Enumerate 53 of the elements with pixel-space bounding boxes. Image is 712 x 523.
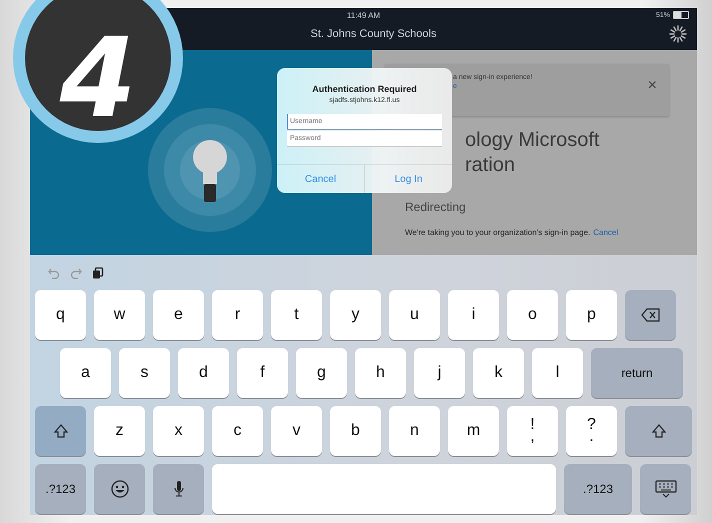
keyboard-key[interactable]: x	[153, 406, 204, 456]
redirecting-text: Redirecting	[405, 200, 467, 214]
keyboard-key[interactable]: a	[60, 348, 111, 398]
keyboard-key[interactable]: f	[237, 348, 288, 398]
keyboard-key[interactable]: c	[212, 406, 263, 456]
keyboard-key[interactable]: d	[178, 348, 229, 398]
emoji-icon	[110, 480, 128, 498]
keyboard-key[interactable]: j	[414, 348, 465, 398]
shift-icon	[52, 423, 68, 439]
dialog-title: Authentication Required	[312, 84, 417, 94]
backspace-key[interactable]	[625, 290, 676, 340]
close-icon[interactable]: ×	[648, 78, 657, 116]
keyboard-key[interactable]: v	[271, 406, 322, 456]
keyboard-key[interactable]: o	[507, 290, 558, 340]
battery-icon	[673, 11, 689, 19]
page-title: St. Johns County Schools	[310, 28, 436, 40]
shift-icon	[650, 423, 666, 439]
keyboard-key[interactable]: b	[330, 406, 381, 456]
keyboard-key[interactable]: q	[35, 290, 86, 340]
microphone-key[interactable]	[153, 464, 204, 514]
return-key[interactable]: return	[591, 348, 683, 398]
keyboard-hide-key[interactable]	[640, 464, 691, 514]
keyboard-key[interactable]: ! ,	[507, 406, 558, 456]
keyboard-key[interactable]: y	[330, 290, 381, 340]
keyboard-key[interactable]: ? .	[566, 406, 617, 456]
loading-spinner-icon	[669, 25, 687, 43]
keyboard-key[interactable]: s	[119, 348, 170, 398]
page-heading-line: ration	[465, 153, 516, 178]
keyboard-key[interactable]: l	[532, 348, 583, 398]
number-badge: 4	[13, 0, 183, 143]
keyboard-key[interactable]: g	[296, 348, 347, 398]
keyboard-key[interactable]: r	[212, 290, 263, 340]
keyboard-key[interactable]: m	[448, 406, 499, 456]
keyboard-key[interactable]: t	[271, 290, 322, 340]
redirect-message: We're taking you to your organization's sign-in page.	[405, 228, 590, 237]
status-time: 11:49 AM	[346, 11, 380, 21]
emoji-key[interactable]	[94, 464, 145, 514]
keyboard-key[interactable]: p	[566, 290, 617, 340]
backspace-icon	[640, 308, 660, 322]
keyboard-key[interactable]: i	[448, 290, 499, 340]
page-heading-line: ology Microsoft	[465, 128, 600, 153]
keyboard-key[interactable]: z	[94, 406, 145, 456]
microphone-icon	[172, 480, 184, 498]
paste-icon[interactable]	[92, 267, 104, 279]
numbers-key[interactable]: .?123	[35, 464, 86, 514]
numbers-key[interactable]: .?123	[564, 464, 632, 514]
keyboard-key[interactable]: e	[153, 290, 204, 340]
keyboard-key[interactable]: h	[355, 348, 406, 398]
keyboard-key[interactable]: w	[94, 290, 145, 340]
keyboard-key[interactable]: n	[389, 406, 440, 456]
keyboard-hide-icon	[654, 480, 676, 498]
keyboard-key[interactable]: k	[473, 348, 524, 398]
keyboard-key[interactable]: u	[389, 290, 440, 340]
